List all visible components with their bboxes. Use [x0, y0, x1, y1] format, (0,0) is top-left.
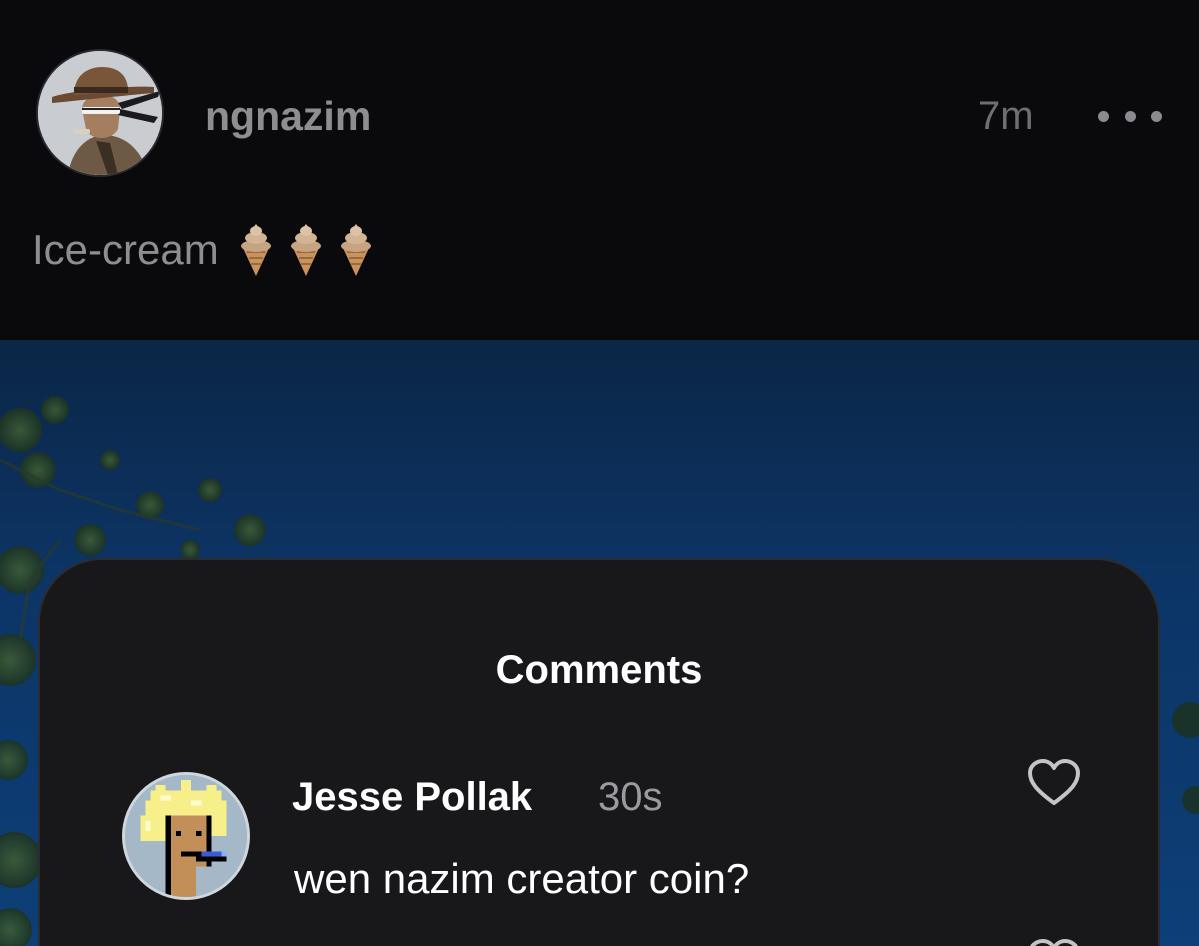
comments-sheet: Comments Jesse Pollak 30s wen nazim crea… [38, 558, 1160, 946]
ellipsis-icon [1098, 110, 1109, 122]
post-caption: Ice-cream [32, 222, 375, 278]
post-timestamp: 7m [978, 94, 1034, 138]
ellipsis-icon-dot [1151, 110, 1162, 122]
caption-emoji-row [237, 222, 375, 278]
caption-text: Ice-cream [32, 226, 219, 273]
commenter-avatar[interactable] [122, 772, 250, 900]
ice-cream-icon [340, 224, 371, 276]
author-avatar-image [38, 51, 162, 175]
next-comment-heart-partial[interactable] [1026, 938, 1082, 946]
commenter-name[interactable]: Jesse Pollak [292, 773, 532, 821]
comment-item: Jesse Pollak 30s wen nazim creator coin? [40, 560, 1158, 946]
ellipsis-icon-dot [1124, 110, 1136, 122]
heart-outline-icon [1028, 759, 1080, 805]
app-frame: ngnazim 7m Ice-cream Comments Jesse Poll… [0, 0, 1199, 946]
author-avatar[interactable] [36, 49, 164, 177]
pixel-punk-avatar [125, 775, 247, 897]
more-options-button[interactable] [1098, 100, 1162, 132]
author-username[interactable]: ngnazim [205, 92, 371, 140]
ice-cream-icon [290, 224, 321, 276]
post-header: ngnazim 7m Ice-cream [0, 0, 1199, 340]
ice-cream-icon [240, 224, 271, 276]
heart-outline-icon [1030, 939, 1078, 946]
like-comment-button[interactable] [1026, 758, 1082, 808]
comment-text: wen nazim creator coin? [294, 855, 750, 902]
comment-timestamp: 30s [598, 775, 663, 819]
